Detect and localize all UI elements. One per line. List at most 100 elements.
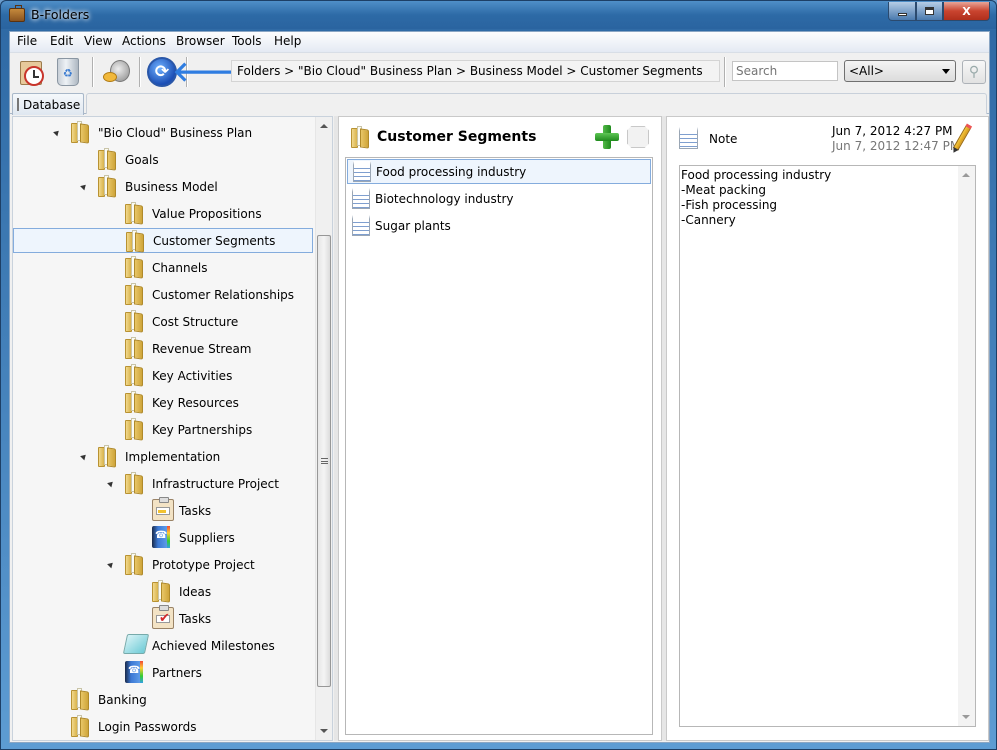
expander-icon[interactable]	[53, 128, 61, 137]
tree-item[interactable]: Partners	[13, 660, 313, 685]
folder-icon	[126, 230, 144, 253]
note-body[interactable]: Food processing industry -Meat packing -…	[679, 165, 976, 727]
scroll-up-icon[interactable]	[320, 124, 328, 128]
note-text[interactable]: Food processing industry -Meat packing -…	[681, 168, 957, 228]
search-button[interactable]: ⚲	[962, 60, 986, 84]
folder-icon	[125, 472, 143, 495]
tree-item-label: Key Activities	[152, 368, 233, 383]
title-bar[interactable]: B-Folders X	[1, 1, 996, 29]
folder-icon	[125, 256, 143, 279]
back-button[interactable]: 🡐	[172, 56, 247, 88]
add-icon[interactable]	[595, 125, 619, 149]
menu-view[interactable]: View	[82, 34, 114, 48]
list-title: Customer Segments	[377, 129, 537, 145]
tree-item[interactable]: Ideas	[13, 579, 313, 604]
tree-item-label: Tasks	[179, 503, 212, 518]
tree-item[interactable]: Value Propositions	[13, 201, 313, 226]
tree-item-label: Channels	[152, 260, 208, 275]
note-type-label: Note	[709, 132, 738, 146]
tree-item-label: Goals	[125, 152, 159, 167]
folder-icon	[98, 148, 116, 171]
recycle-bin-button[interactable]	[52, 56, 84, 88]
tree-item[interactable]: Key Partnerships	[13, 417, 313, 442]
scroll-down-icon[interactable]	[320, 729, 328, 733]
window-title: B-Folders	[31, 7, 90, 22]
toolbar-separator	[92, 57, 93, 87]
tab-strip: Database	[10, 91, 989, 115]
tree-item-label: Suppliers	[179, 530, 235, 545]
tree-item[interactable]: Channels	[13, 255, 313, 280]
folder-icon	[125, 202, 143, 225]
modified-date: Jun 7, 2012 4:27 PM	[832, 124, 953, 138]
tree-item[interactable]: Revenue Stream	[13, 336, 313, 361]
folder-icon	[125, 364, 143, 387]
expander-icon[interactable]	[80, 452, 88, 461]
magnifier-icon: ⚲	[968, 64, 980, 80]
tree-item[interactable]: Cost Structure	[13, 309, 313, 334]
lock-key-icon	[102, 58, 130, 86]
grip-icon	[321, 458, 328, 464]
list-item[interactable]: Food processing industry	[347, 159, 651, 184]
maximize-button[interactable]	[916, 2, 943, 21]
expander-icon[interactable]	[107, 560, 115, 569]
tree-scrollbar[interactable]	[315, 117, 332, 740]
tree-item[interactable]: Suppliers	[13, 525, 313, 550]
menu-browser[interactable]: Browser	[174, 34, 227, 48]
pencil-icon[interactable]	[952, 125, 972, 151]
list-item-label: Biotechnology industry	[375, 191, 514, 206]
menu-tools[interactable]: Tools	[230, 34, 264, 48]
database-icon	[17, 98, 19, 111]
list-item-label: Food processing industry	[376, 164, 527, 179]
menu-edit[interactable]: Edit	[48, 34, 75, 48]
filter-select[interactable]: <All>	[844, 60, 956, 82]
tree-item[interactable]: Achieved Milestones	[13, 633, 313, 658]
folder-icon	[125, 418, 143, 441]
tree-item[interactable]: Key Activities	[13, 363, 313, 388]
chevron-down-icon	[942, 69, 950, 74]
reminder-clock-icon	[18, 58, 46, 86]
list-item[interactable]: Sugar plants	[347, 213, 651, 238]
tree-item[interactable]: Tasks	[13, 497, 313, 523]
tree-item[interactable]: ✔ Tasks	[13, 605, 313, 631]
breadcrumb[interactable]: Folders > "Bio Cloud" Business Plan > Bu…	[231, 60, 720, 82]
tree-item[interactable]: Key Resources	[13, 390, 313, 415]
tree-item[interactable]: "Bio Cloud" Business Plan	[13, 120, 313, 145]
tree-item[interactable]: Implementation	[13, 444, 313, 469]
list-item[interactable]: Biotechnology industry	[347, 186, 651, 211]
scroll-up-icon[interactable]	[962, 173, 970, 177]
scroll-down-icon[interactable]	[962, 715, 970, 719]
toolbar-separator	[139, 57, 140, 87]
maximize-icon	[925, 7, 934, 15]
menu-help[interactable]: Help	[272, 34, 303, 48]
tree-item-label: Key Resources	[152, 395, 239, 410]
tree-item[interactable]: Banking	[13, 687, 313, 712]
tree-item[interactable]: Business Model	[13, 174, 313, 199]
app-window: B-Folders X File Edit View Actions Brows…	[0, 0, 997, 750]
expander-icon[interactable]	[80, 182, 88, 191]
lock-button[interactable]	[100, 56, 132, 88]
item-list: Food processing industry Biotechnology i…	[345, 157, 653, 735]
close-button[interactable]: X	[943, 2, 990, 21]
tree-item[interactable]: Infrastructure Project	[13, 471, 313, 496]
menu-file[interactable]: File	[15, 34, 39, 48]
menu-bar: File Edit View Actions Browser Tools Hel…	[10, 32, 989, 52]
tree-item[interactable]: Login Passwords	[13, 714, 313, 739]
folder-icon	[71, 121, 89, 144]
search-input[interactable]	[732, 61, 838, 81]
minimize-button[interactable]	[888, 2, 916, 21]
minimize-icon	[897, 12, 907, 16]
tree-item[interactable]: Goals	[13, 147, 313, 172]
scroll-thumb[interactable]	[317, 235, 331, 687]
menu-actions[interactable]: Actions	[120, 34, 168, 48]
tag-icon[interactable]	[627, 126, 649, 148]
address-book-icon	[152, 526, 170, 548]
note-icon	[353, 161, 371, 182]
note-scrollbar[interactable]	[958, 166, 975, 726]
tree-item[interactable]: Customer Segments	[13, 228, 313, 253]
tree-item[interactable]: Prototype Project	[13, 552, 313, 577]
tab-database[interactable]: Database	[12, 93, 84, 115]
tree-item[interactable]: Customer Relationships	[13, 282, 313, 307]
reminders-button[interactable]	[16, 56, 48, 88]
expander-icon[interactable]	[107, 479, 115, 488]
tree-item-label: Customer Relationships	[152, 287, 295, 302]
